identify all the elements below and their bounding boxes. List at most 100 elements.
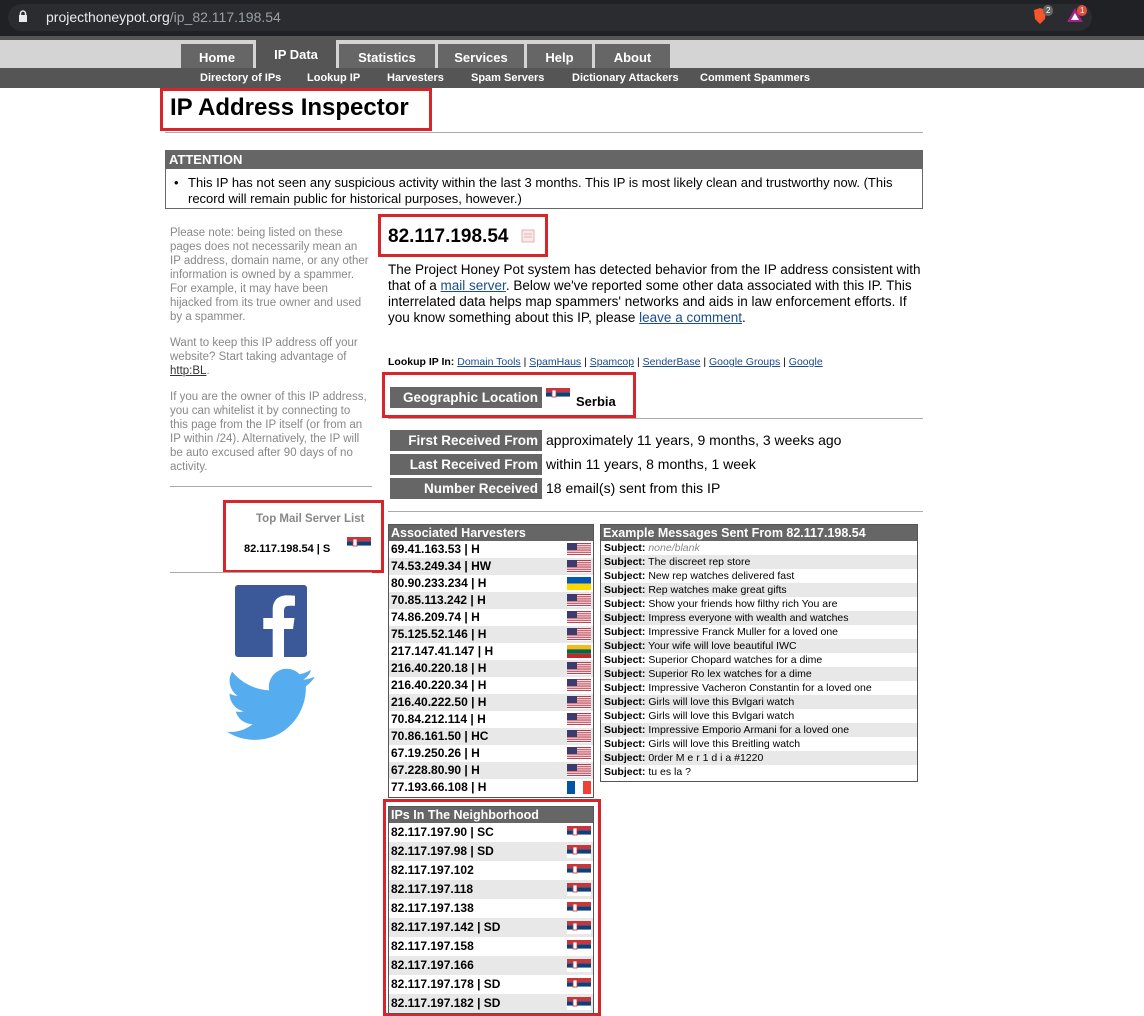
neighbor-row[interactable]: 82.117.197.166 (389, 956, 593, 975)
lookup-google[interactable]: Google (789, 356, 823, 368)
neighbor-row[interactable]: 82.117.197.118 (389, 880, 593, 899)
subject-text: Superior Ro lex watches for a dime (648, 668, 812, 680)
harvester-ip[interactable]: 74.53.249.34 | HW (391, 559, 491, 573)
subject-text: Girls will love this Bvlgari watch (648, 710, 795, 722)
subnav-directory[interactable]: Directory of IPs (200, 68, 281, 88)
message-row[interactable]: Subject: The discreet rep store (601, 555, 917, 569)
message-row[interactable]: Subject: Superior Ro lex watches for a d… (601, 667, 917, 681)
harvester-ip[interactable]: 217.147.41.147 | H (391, 644, 493, 658)
harvester-row[interactable]: 70.84.212.114 | H (389, 711, 593, 728)
harvester-row[interactable]: 77.193.66.108 | H (389, 779, 593, 796)
lookup-spamhaus[interactable]: SpamHaus (529, 356, 581, 368)
harvester-ip[interactable]: 216.40.220.18 | H (391, 661, 486, 675)
httpbl-link[interactable]: http:BL (170, 365, 206, 377)
harvester-ip[interactable]: 216.40.222.50 | H (391, 695, 486, 709)
subnav-harvesters[interactable]: Harvesters (387, 68, 444, 88)
message-row[interactable]: Subject: Show your friends how filthy ri… (601, 597, 917, 611)
neighbor-row[interactable]: 82.117.197.90 | SC (389, 823, 593, 842)
harvester-ip[interactable]: 70.84.212.114 | H (391, 712, 486, 726)
lookup-google-groups[interactable]: Google Groups (709, 356, 780, 368)
neighbor-row[interactable]: 82.117.197.178 | SD (389, 975, 593, 994)
harvester-ip[interactable]: 70.86.161.50 | HC (391, 729, 488, 743)
top-list-title[interactable]: Top Mail Server List (256, 513, 364, 525)
leave-comment-link[interactable]: leave a comment (639, 310, 742, 325)
message-row[interactable]: Subject: Impress everyone with wealth an… (601, 611, 917, 625)
harvester-ip[interactable]: 67.19.250.26 | H (391, 746, 480, 760)
facebook-icon[interactable] (235, 585, 307, 657)
neighbor-ip[interactable]: 82.117.197.90 | SC (391, 825, 494, 839)
harvester-row[interactable]: 67.19.250.26 | H (389, 745, 593, 762)
message-row[interactable]: Subject: Girls will love this Bvlgari wa… (601, 695, 917, 709)
neighbor-row[interactable]: 82.117.197.142 | SD (389, 918, 593, 937)
harvester-row[interactable]: 216.40.220.34 | H (389, 677, 593, 694)
neighbor-row[interactable]: 82.117.197.102 (389, 861, 593, 880)
subnav-lookup[interactable]: Lookup IP (307, 68, 360, 88)
message-row[interactable]: Subject: 0rder M e r 1 d i a #1220 (601, 751, 917, 765)
message-row[interactable]: Subject: Rep watches make great gifts (601, 583, 917, 597)
harvester-row[interactable]: 70.85.113.242 | H (389, 592, 593, 609)
neighbor-ip[interactable]: 82.117.197.166 (391, 958, 474, 972)
message-row[interactable]: Subject: none/blank (601, 541, 917, 555)
harvester-row[interactable]: 216.40.222.50 | H (389, 694, 593, 711)
neighbor-ip[interactable]: 82.117.197.142 | SD (391, 920, 500, 934)
neighbor-ip[interactable]: 82.117.197.118 (391, 882, 473, 896)
serbia-flag-icon (546, 388, 570, 401)
harvester-row[interactable]: 70.86.161.50 | HC (389, 728, 593, 745)
top-list-entry[interactable]: 82.117.198.54 | S (244, 543, 330, 555)
harvester-row[interactable]: 74.86.209.74 | H (389, 609, 593, 626)
mail-server-link[interactable]: mail server (441, 278, 506, 293)
lookup-senderbase[interactable]: SenderBase (643, 356, 701, 368)
harvester-row[interactable]: 80.90.233.234 | H (389, 575, 593, 592)
harvester-ip[interactable]: 70.85.113.242 | H (391, 593, 486, 607)
neighbor-row[interactable]: 82.117.197.158 (389, 937, 593, 956)
message-row[interactable]: Subject: Superior Chopard watches for a … (601, 653, 917, 667)
harvester-row[interactable]: 69.41.163.53 | H (389, 541, 593, 558)
lookup-spamcop[interactable]: Spamcop (590, 356, 634, 368)
message-row[interactable]: Subject: Impressive Vacheron Constantin … (601, 681, 917, 695)
harvester-row[interactable]: 217.147.41.147 | H (389, 643, 593, 660)
subject-label: Subject: (604, 626, 646, 638)
message-row[interactable]: Subject: New rep watches delivered fast (601, 569, 917, 583)
neighbor-row[interactable]: 82.117.197.138 (389, 899, 593, 918)
neighbor-ip[interactable]: 82.117.197.182 | SD (391, 996, 500, 1010)
brave-shield-icon[interactable]: 2 (1032, 5, 1054, 30)
harvester-ip[interactable]: 69.41.163.53 | H (391, 542, 480, 556)
geo-label: Geographic Location (390, 387, 542, 408)
sidebar-note-listing: Please note: being listed on these pages… (170, 227, 369, 323)
harvester-ip[interactable]: 74.86.209.74 | H (391, 610, 480, 624)
subject-text: tu es la ? (648, 766, 691, 778)
harvester-ip[interactable]: 67.228.80.90 | H (391, 763, 480, 777)
number-received-value: 18 email(s) sent from this IP (546, 480, 721, 496)
message-row[interactable]: Subject: tu es la ? (601, 765, 917, 779)
neighbor-ip[interactable]: 82.117.197.178 | SD (391, 977, 500, 991)
twitter-icon[interactable] (227, 668, 315, 742)
harvester-row[interactable]: 216.40.220.18 | H (389, 660, 593, 677)
message-row[interactable]: Subject: Impressive Emporio Armani for a… (601, 723, 917, 737)
harvester-ip[interactable]: 80.90.233.234 | H (391, 576, 486, 590)
note-icon[interactable] (521, 229, 535, 243)
harvester-ip[interactable]: 77.193.66.108 | H (391, 780, 486, 794)
lt-flag-icon (567, 645, 591, 658)
subnav-spam-servers[interactable]: Spam Servers (471, 68, 544, 88)
message-row[interactable]: Subject: Girls will love this Breitling … (601, 737, 917, 751)
neighbor-ip[interactable]: 82.117.197.102 (391, 863, 474, 877)
neighbor-ip[interactable]: 82.117.197.98 | SD (391, 844, 494, 858)
brave-rewards-icon[interactable]: 1 (1066, 5, 1088, 28)
harvester-row[interactable]: 67.228.80.90 | H (389, 762, 593, 779)
message-row[interactable]: Subject: Girls will love this Bvlgari wa… (601, 709, 917, 723)
neighbor-row[interactable]: 82.117.197.98 | SD (389, 842, 593, 861)
message-row[interactable]: Subject: Impressive Franck Muller for a … (601, 625, 917, 639)
harvester-row[interactable]: 74.53.249.34 | HW (389, 558, 593, 575)
neighbor-ip[interactable]: 82.117.197.158 (391, 939, 474, 953)
attention-text: This IP has not seen any suspicious acti… (174, 175, 908, 207)
harvester-ip[interactable]: 75.125.52.146 | H (391, 627, 486, 641)
subnav-dictionary[interactable]: Dictionary Attackers (572, 68, 679, 88)
harvester-ip[interactable]: 216.40.220.34 | H (391, 678, 486, 692)
message-row[interactable]: Subject: Your wife will love beautiful I… (601, 639, 917, 653)
neighbor-ip[interactable]: 82.117.197.138 (391, 901, 474, 915)
subject-text: Girls will love this Bvlgari watch (648, 696, 795, 708)
subnav-comment-spammers[interactable]: Comment Spammers (700, 68, 810, 88)
lookup-domaintools[interactable]: Domain Tools (457, 356, 520, 368)
neighbor-row[interactable]: 82.117.197.182 | SD (389, 994, 593, 1013)
harvester-row[interactable]: 75.125.52.146 | H (389, 626, 593, 643)
